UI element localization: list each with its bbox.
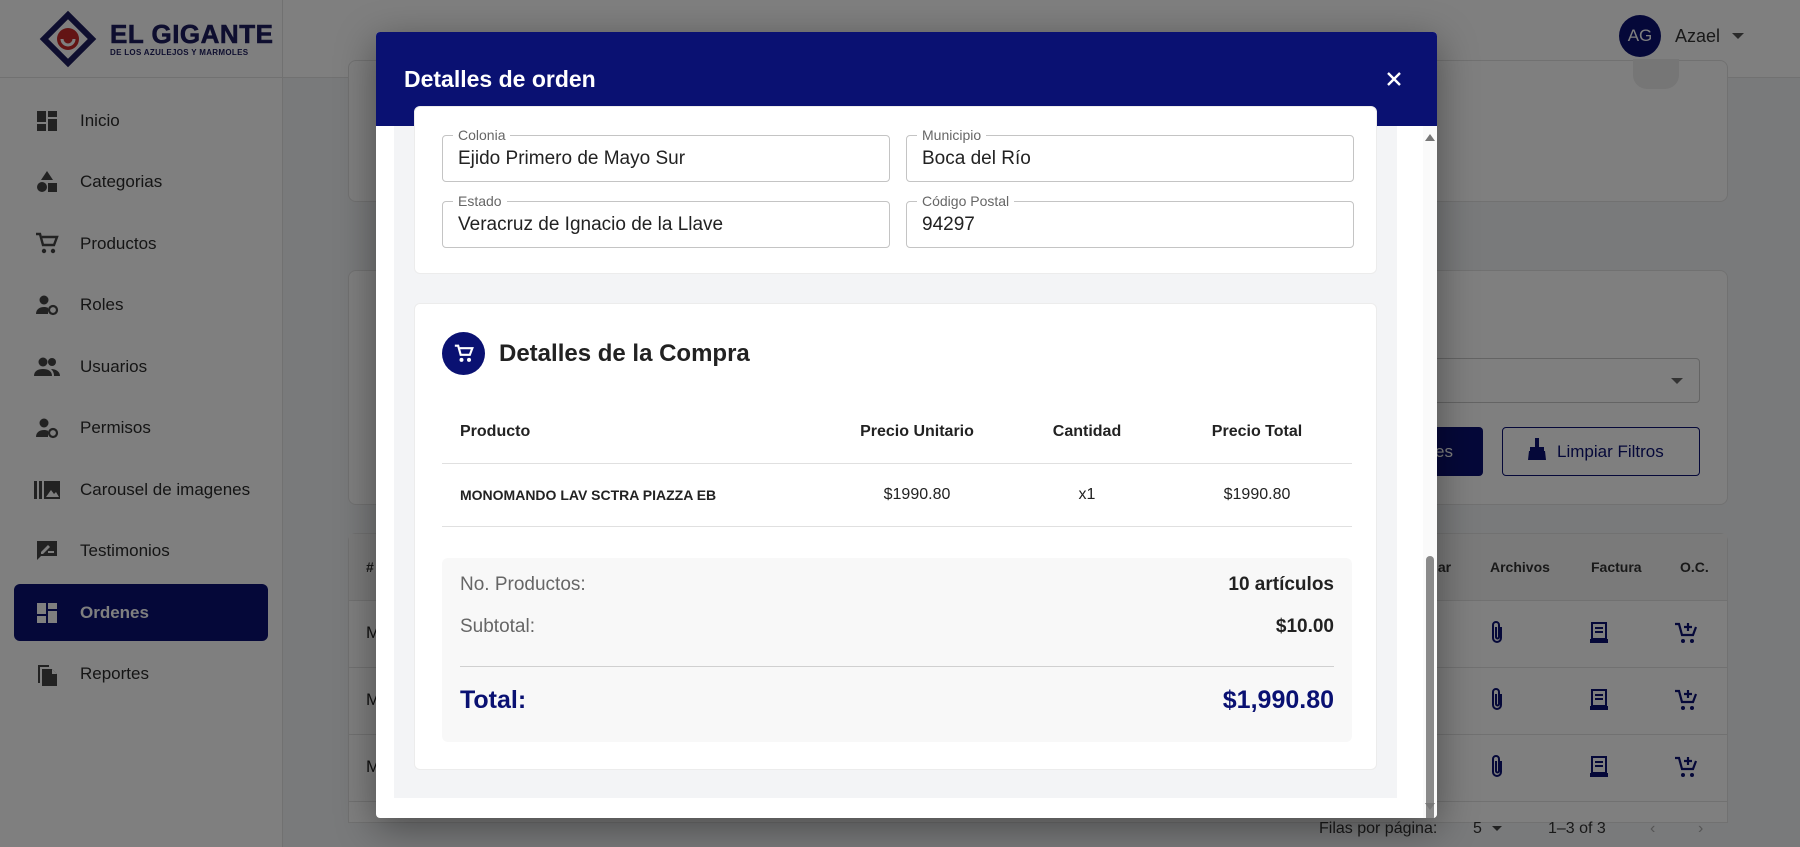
summary-products-row: No. Productos: 10 artículos [460, 574, 1334, 595]
summary-total-row: Total: $1,990.80 [460, 686, 1334, 714]
order-summary: No. Productos: 10 artículos Subtotal: $1… [442, 558, 1352, 742]
dialog-title: Detalles de orden [404, 65, 596, 92]
cart-icon [442, 332, 485, 375]
dialog-content: Colonia Ejido Primero de Mayo Sur Munici… [394, 106, 1397, 798]
col-header-total: Precio Total [1162, 401, 1352, 464]
order-details-dialog: Detalles de orden Colonia Ejido Primero … [376, 32, 1437, 818]
address-section: Colonia Ejido Primero de Mayo Sur Munici… [414, 106, 1377, 274]
unit-price: $1990.80 [822, 463, 1012, 527]
estado-field[interactable]: Estado Veracruz de Ignacio de la Llave [442, 193, 890, 248]
scroll-down-icon[interactable] [1425, 803, 1435, 810]
col-header-qty: Cantidad [1012, 401, 1162, 464]
quantity: x1 [1012, 463, 1162, 527]
purchase-section: Detalles de la Compra Producto Precio Un… [414, 303, 1377, 770]
col-header-unit-price: Precio Unitario [822, 401, 1012, 464]
close-button[interactable] [1379, 64, 1409, 94]
purchase-title: Detalles de la Compra [442, 332, 750, 375]
close-icon [1387, 72, 1401, 86]
table-row: MONOMANDO LAV SCTRA PIAZZA EB $1990.80 x… [442, 463, 1352, 527]
dialog-scrollbar[interactable] [1423, 126, 1437, 818]
line-total: $1990.80 [1162, 463, 1352, 527]
table-header-row: Producto Precio Unitario Cantidad Precio… [442, 401, 1352, 464]
purchase-table: Producto Precio Unitario Cantidad Precio… [442, 401, 1352, 527]
postal-code-field[interactable]: Código Postal 94297 [906, 193, 1354, 248]
summary-divider [460, 666, 1334, 667]
colonia-field[interactable]: Colonia Ejido Primero de Mayo Sur [442, 127, 890, 182]
scroll-up-icon[interactable] [1425, 134, 1435, 141]
summary-subtotal-row: Subtotal: $10.00 [460, 616, 1334, 637]
col-header-product: Producto [442, 401, 822, 464]
municipio-field[interactable]: Municipio Boca del Río [906, 127, 1354, 182]
product-name: MONOMANDO LAV SCTRA PIAZZA EB [442, 463, 822, 527]
scroll-thumb[interactable] [1426, 556, 1434, 818]
